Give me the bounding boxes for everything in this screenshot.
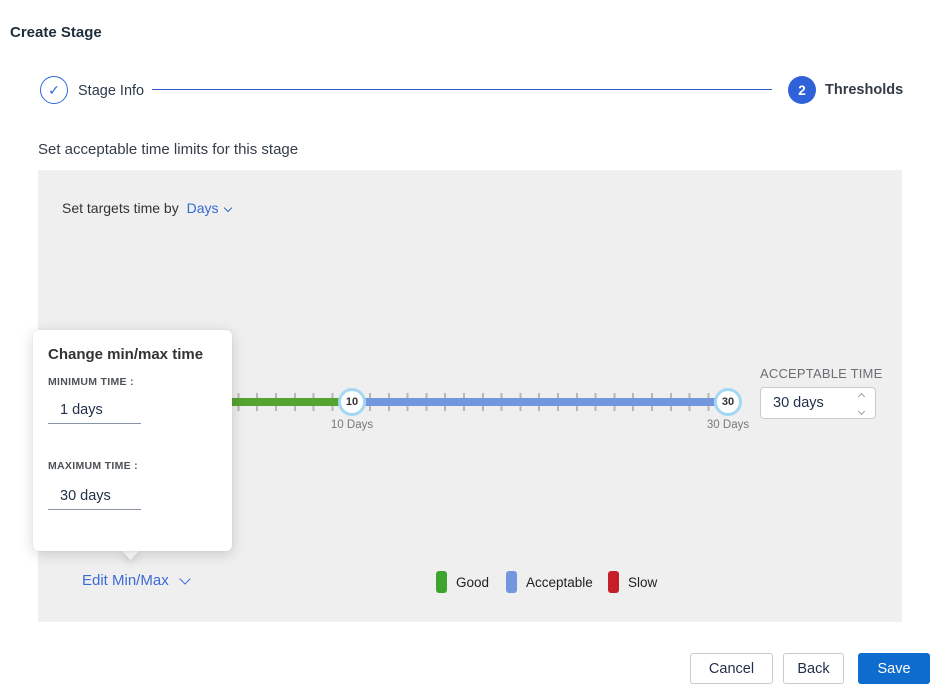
step-number: 2 [798, 83, 806, 98]
legend-swatch-slow [608, 571, 619, 593]
slider-max-label: 30 Days [698, 419, 758, 431]
legend-label-good: Good [456, 575, 489, 590]
create-stage-dialog: Create Stage ✓ Stage Info 2 Thresholds S… [0, 0, 945, 697]
step-thresholds-label[interactable]: Thresholds [825, 82, 903, 98]
edit-minmax-label: Edit Min/Max [82, 572, 169, 589]
spinner-up-icon[interactable] [857, 393, 864, 400]
minimum-time-input[interactable] [48, 396, 141, 424]
slider-handle-min[interactable]: 10 [338, 388, 366, 416]
check-icon: ✓ [48, 82, 60, 99]
legend-swatch-acceptable [506, 571, 517, 593]
slider-min-label: 10 Days [322, 419, 382, 431]
acceptable-time-stepper [856, 394, 866, 414]
maximum-time-label: MAXIMUM TIME : [48, 460, 138, 472]
stepper-connector [152, 89, 772, 90]
popover-title: Change min/max time [48, 346, 203, 363]
step-stage-info-label[interactable]: Stage Info [78, 83, 144, 99]
minimum-time-label: MINIMUM TIME : [48, 376, 134, 388]
slider-track-acceptable[interactable] [352, 398, 740, 406]
chevron-down-icon [179, 573, 190, 584]
section-heading: Set acceptable time limits for this stag… [38, 141, 298, 158]
set-targets-label: Set targets time by [62, 200, 179, 216]
step-stage-info-circle[interactable]: ✓ [40, 76, 68, 104]
slider-handle-max[interactable]: 30 [714, 388, 742, 416]
slider-handle-max-value: 30 [722, 396, 734, 408]
edit-minmax-link[interactable]: Edit Min/Max [82, 572, 189, 589]
minmax-popover: Change min/max time MINIMUM TIME : MAXIM… [33, 330, 232, 551]
legend-label-slow: Slow [628, 575, 657, 590]
acceptable-time-field [760, 387, 876, 419]
step-thresholds-circle[interactable]: 2 [788, 76, 816, 104]
save-button[interactable]: Save [858, 653, 930, 684]
page-title: Create Stage [10, 24, 102, 41]
spinner-down-icon[interactable] [857, 408, 864, 415]
set-targets-row: Set targets time by Days [62, 200, 231, 216]
time-unit-dropdown[interactable]: Days [187, 200, 219, 216]
chevron-down-icon[interactable] [223, 204, 231, 212]
legend-swatch-good [436, 571, 447, 593]
acceptable-time-label: ACCEPTABLE TIME [760, 366, 882, 381]
legend-label-acceptable: Acceptable [526, 575, 593, 590]
cancel-button[interactable]: Cancel [690, 653, 773, 684]
slider-handle-min-value: 10 [346, 396, 358, 408]
maximum-time-input[interactable] [48, 482, 141, 510]
back-button[interactable]: Back [783, 653, 844, 684]
